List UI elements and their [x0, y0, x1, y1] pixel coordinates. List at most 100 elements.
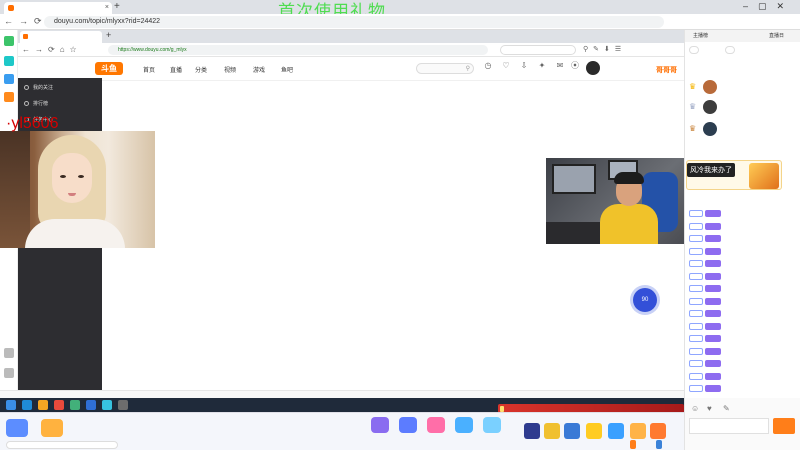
- search-icon[interactable]: ⚲: [466, 65, 470, 72]
- crown-icon: ♛: [689, 82, 697, 91]
- inner-nav-buttons[interactable]: ←→⟳⌂☆: [22, 45, 82, 54]
- chat-message: [689, 322, 799, 332]
- fan-badge-icon: [705, 272, 721, 280]
- filter-pill[interactable]: [689, 46, 699, 54]
- box-reward-icon[interactable]: [41, 419, 64, 437]
- settings-icon[interactable]: [4, 368, 14, 378]
- gift-item[interactable]: [368, 417, 392, 434]
- taskbar-app-icon[interactable]: [70, 400, 80, 410]
- dropdown-item-follow[interactable]: 我的关注: [24, 84, 53, 91]
- gift-square-icon[interactable]: [630, 423, 646, 439]
- broadcast-button[interactable]: ⦿: [567, 61, 583, 71]
- inner-search-field[interactable]: [500, 45, 576, 55]
- gift-item[interactable]: [480, 417, 504, 434]
- gift-icon: [455, 417, 473, 433]
- fan-badge-icon: [705, 385, 721, 393]
- nav-home[interactable]: 首页: [143, 65, 155, 74]
- inner-active-tab[interactable]: [20, 31, 102, 43]
- nav-games[interactable]: 游戏: [253, 65, 265, 74]
- follow-button[interactable]: ♡: [498, 61, 514, 71]
- taskbar-app-icon[interactable]: [86, 400, 96, 410]
- gift-popup[interactable]: 风冷我来办了: [686, 160, 782, 190]
- creator-button[interactable]: ✦: [534, 61, 550, 71]
- history-button[interactable]: ◷: [480, 61, 496, 71]
- gift-item[interactable]: [452, 417, 476, 434]
- chat-message: [689, 385, 799, 394]
- recharge-button[interactable]: [630, 440, 636, 449]
- gift-square-icon[interactable]: [564, 423, 580, 439]
- page-status-strip: [0, 390, 684, 398]
- new-tab-button[interactable]: +: [114, 1, 120, 12]
- gift-square-icon[interactable]: [586, 423, 602, 439]
- nav-yuba[interactable]: 鱼吧: [281, 65, 293, 74]
- chat-message: [689, 235, 799, 244]
- rank-row[interactable]: ♛: [689, 100, 800, 114]
- level-badge: [689, 322, 703, 330]
- taskbar-app-icon[interactable]: [38, 400, 48, 410]
- rank-row[interactable]: ♛: [689, 80, 800, 94]
- fan-badge-icon[interactable]: ♥: [707, 404, 712, 413]
- fan-badge-icon: [705, 310, 721, 318]
- app-icon-green[interactable]: [4, 36, 14, 46]
- download-button[interactable]: ⇩: [516, 61, 532, 71]
- inner-toolbar-icons[interactable]: ⚲✎⬇☰: [583, 45, 626, 53]
- crown-icon: ♛: [689, 102, 697, 111]
- filter-pill[interactable]: [725, 46, 735, 54]
- site-search-input[interactable]: ⚲: [416, 63, 474, 74]
- start-icon[interactable]: [6, 400, 16, 410]
- gift-item[interactable]: [396, 417, 420, 434]
- send-button[interactable]: [773, 418, 795, 434]
- chat-input[interactable]: [689, 418, 769, 434]
- taskbar-app-icon[interactable]: [118, 400, 128, 410]
- douyu-favicon-icon: [23, 34, 28, 39]
- fan-badge-icon: [705, 297, 721, 305]
- webcam-person-body: [25, 219, 125, 248]
- gift-square-icon[interactable]: [608, 423, 624, 439]
- record-icon: [24, 85, 29, 91]
- nav-live[interactable]: 直播: [170, 65, 182, 74]
- inner-new-tab-button[interactable]: +: [106, 30, 111, 40]
- emoji-icon[interactable]: ☺: [691, 404, 699, 413]
- taskbar-app-icon[interactable]: [22, 400, 32, 410]
- dropdown-item-rank[interactable]: 排行榜: [24, 100, 48, 107]
- app-icon-teal[interactable]: [4, 56, 14, 66]
- taskbar-app-icon[interactable]: [102, 400, 112, 410]
- app-icon-orange[interactable]: [4, 92, 14, 102]
- fan-badge-icon: [705, 235, 721, 243]
- stream-overlay-text: ·yl5606: [6, 115, 59, 132]
- gift-prompt[interactable]: [6, 441, 118, 449]
- add-app-icon[interactable]: [4, 348, 14, 358]
- tab-live-day[interactable]: 直播日: [769, 30, 784, 42]
- nav-video[interactable]: 视频: [224, 65, 236, 74]
- chat-tab-bar: 主播榜 直播日: [685, 30, 800, 42]
- level-badge: [689, 310, 703, 318]
- level-badge: [689, 247, 703, 255]
- gift-square-icon[interactable]: [524, 423, 540, 439]
- user-avatar[interactable]: [586, 61, 600, 75]
- message-button[interactable]: ✉: [552, 61, 568, 71]
- chat-message: [689, 372, 799, 382]
- inner-url-field[interactable]: https://www.douyu.com/g_mlyx: [108, 45, 488, 55]
- gift-button[interactable]: [656, 440, 662, 449]
- rank-icon: [24, 101, 29, 107]
- nav-category[interactable]: 分类: [195, 65, 207, 74]
- tab-anchor-rank[interactable]: 主播榜: [693, 30, 708, 42]
- floating-action-button[interactable]: 90: [633, 288, 657, 312]
- window-controls[interactable]: –▢✕: [743, 1, 794, 12]
- douyu-logo[interactable]: 斗鱼: [95, 62, 123, 75]
- outer-url-field[interactable]: douyu.com/topic/mlyxx?rid=24422: [44, 16, 664, 28]
- app-icon-blue[interactable]: [4, 74, 14, 84]
- chat-panel: 主播榜 直播日 ♛ ♛ ♛: [684, 30, 800, 405]
- close-tab-icon[interactable]: ×: [105, 2, 109, 14]
- rank-row[interactable]: ♛: [689, 122, 800, 136]
- outer-active-tab[interactable]: ×: [4, 2, 112, 14]
- taskbar-app-icon[interactable]: [54, 400, 64, 410]
- task-reward-icon[interactable]: [6, 419, 28, 437]
- fan-badge-icon: [705, 285, 721, 293]
- barrage-style-icon[interactable]: ✎: [723, 404, 730, 413]
- gift-square-icon[interactable]: [650, 423, 666, 439]
- gift-square-icon[interactable]: [544, 423, 560, 439]
- outer-nav-buttons[interactable]: ←→⟳: [4, 16, 48, 27]
- site-header: 斗鱼 首页 直播 分类 视频 游戏 鱼吧 ⚲ ◷ ♡ ⇩ ✦ ✉ ⦿ 哥哥哥: [18, 57, 684, 81]
- gift-item[interactable]: [424, 417, 448, 434]
